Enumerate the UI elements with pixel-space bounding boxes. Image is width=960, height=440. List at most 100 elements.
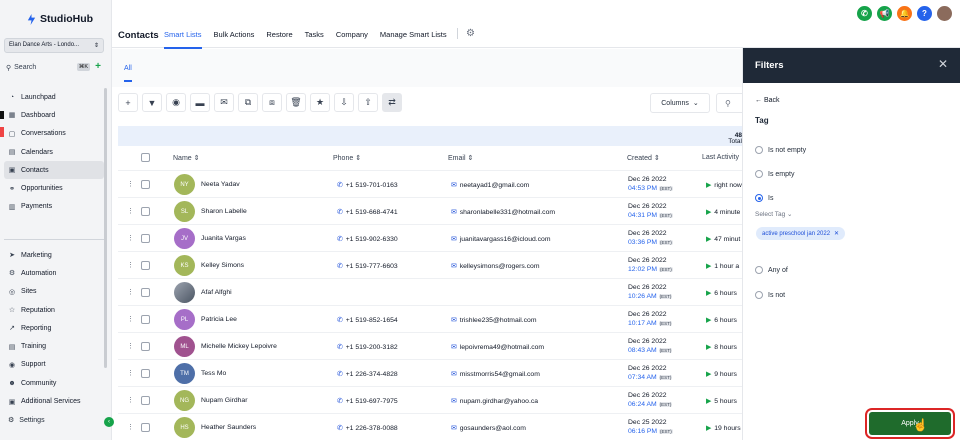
contact-name[interactable]: Sharon Labelle <box>201 208 247 215</box>
contact-email[interactable]: ✉ gosaunders@aol.com <box>451 424 526 432</box>
contact-phone[interactable]: ✆ +1 519-200-3182 <box>337 343 398 351</box>
sidebar-item-automation[interactable]: ⚙ Automation <box>4 264 104 282</box>
sidebar-item-contacts[interactable]: ▣ Contacts <box>4 161 104 180</box>
tab-tasks[interactable]: Tasks <box>305 30 324 49</box>
collapse-sidebar-button[interactable]: ‹ <box>104 417 114 427</box>
radio-button[interactable] <box>755 194 763 202</box>
phone-icon[interactable]: ✆ <box>857 6 872 21</box>
contact-phone[interactable]: ✆ +1 519-902-6330 <box>337 235 398 243</box>
table-row[interactable]: ⋮ PL Patricia Lee ✆ +1 519-852-1654 ✉ trishlee… <box>118 305 742 332</box>
row-checkbox[interactable] <box>141 369 150 378</box>
sidebar-item-payments[interactable]: ▥ Payments <box>4 198 104 216</box>
tag-add-icon[interactable]: ⧉ <box>238 93 258 112</box>
filter-option-any-of[interactable]: Any of <box>755 266 788 274</box>
contact-name[interactable]: Kelley Simons <box>201 262 244 269</box>
sidebar-item-additional-services[interactable]: ▣ Additional Services <box>4 392 104 410</box>
table-row[interactable]: ⋮ NY Neeta Yadav ✆ +1 519-701-0163 ✉ neetayad1… <box>118 170 742 197</box>
contact-email[interactable]: ✉ neetayad1@gmail.com <box>451 181 529 189</box>
row-checkbox[interactable] <box>141 207 150 216</box>
tab-company[interactable]: Company <box>336 30 368 49</box>
drag-handle-icon[interactable]: ⋮ <box>127 180 134 188</box>
row-checkbox[interactable] <box>141 315 150 324</box>
radio-button[interactable] <box>755 291 763 299</box>
sidebar-scrollbar[interactable] <box>104 88 107 368</box>
contact-name[interactable]: Nupam Girdhar <box>201 397 247 404</box>
contact-email[interactable]: ✉ lepoivrema49@hotmail.com <box>451 343 544 351</box>
contact-name[interactable]: Neeta Yadav <box>201 181 240 188</box>
select-all-checkbox[interactable] <box>141 153 150 162</box>
trash-icon[interactable]: 🗑 <box>286 93 306 112</box>
table-row[interactable]: ⋮ HS Heather Saunders ✆ +1 226-378-0088 ✉ gosa… <box>118 413 742 440</box>
row-checkbox[interactable] <box>141 288 150 297</box>
star-icon[interactable]: ★ <box>310 93 330 112</box>
col-name[interactable]: Name ⇕ <box>173 154 200 162</box>
columns-button[interactable]: Columns ⌄ <box>650 93 710 113</box>
table-row[interactable]: ⋮ SL Sharon Labelle ✆ +1 519-668-4741 ✉ sharon… <box>118 197 742 224</box>
contacts-search-icon[interactable]: ⚲ <box>716 93 744 113</box>
back-button[interactable]: ← Back <box>755 97 780 104</box>
drag-handle-icon[interactable]: ⋮ <box>127 207 134 215</box>
table-row[interactable]: ⋮ JV Juanita Vargas ✆ +1 519-902-6330 ✉ juanit… <box>118 224 742 251</box>
table-row[interactable]: ⋮ KS Kelley Simons ✆ +1 519-777-6603 ✉ kelleys… <box>118 251 742 278</box>
sidebar-item-reputation[interactable]: ☆ Reputation <box>4 301 104 319</box>
sidebar-item-training[interactable]: ▤ Training <box>4 337 104 355</box>
col-phone[interactable]: Phone ⇕ <box>333 154 361 162</box>
filter-option-is[interactable]: Is <box>755 194 773 202</box>
filter-option-is-empty[interactable]: Is empty <box>755 170 794 178</box>
radio-button[interactable] <box>755 170 763 178</box>
contact-phone[interactable]: ✆ +1 226-374-4828 <box>337 370 398 378</box>
row-checkbox[interactable] <box>141 180 150 189</box>
help-icon[interactable]: ? <box>917 6 932 21</box>
email-icon[interactable]: ✉ <box>214 93 234 112</box>
contact-phone[interactable]: ✆ +1 519-697-7975 <box>337 397 398 405</box>
drag-handle-icon[interactable]: ⋮ <box>127 369 134 377</box>
filter-icon[interactable]: ▼ <box>142 93 162 112</box>
sidebar-item-calendars[interactable]: ▤ Calendars <box>4 143 104 161</box>
radio-button[interactable] <box>755 146 763 154</box>
contact-phone[interactable]: ✆ +1 226-378-0088 <box>337 424 398 432</box>
message-icon[interactable]: ▬ <box>190 93 210 112</box>
contact-name[interactable]: Tess Mo <box>201 370 226 377</box>
sidebar-item-marketing[interactable]: ➤ Marketing <box>4 246 104 264</box>
sidebar-item-reporting[interactable]: ↗ Reporting <box>4 319 104 337</box>
table-row[interactable]: ⋮ Afaf Alfghi Dec 26 2022 10:26 AM (EST) ▶ 6 … <box>118 278 742 305</box>
radio-button[interactable] <box>755 266 763 274</box>
drag-handle-icon[interactable]: ⋮ <box>127 315 134 323</box>
select-tag-dropdown[interactable]: Select Tag ⌄ <box>755 210 793 218</box>
contact-email[interactable]: ✉ trishlee235@hotmail.com <box>451 316 537 324</box>
bell-icon[interactable]: 🔔 <box>897 6 912 21</box>
contact-email[interactable]: ✉ sharonlabelle331@hotmail.com <box>451 208 555 216</box>
table-row[interactable]: ⋮ NG Nupam Girdhar ✆ +1 519-697-7975 ✉ nupam.g… <box>118 386 742 413</box>
table-row[interactable]: ⋮ ML Michelle Mickey Lepoivre ✆ +1 519-200-3… <box>118 332 742 359</box>
sidebar-item-launchpad[interactable]: ◔ Launchpad <box>4 88 104 106</box>
drag-handle-icon[interactable]: ⋮ <box>127 396 134 404</box>
tab-all[interactable]: All <box>124 65 132 82</box>
contact-email[interactable]: ✉ misstmorris54@gmail.com <box>451 370 540 378</box>
col-email[interactable]: Email ⇕ <box>448 154 473 162</box>
contact-phone[interactable]: ✆ +1 519-668-4741 <box>337 208 398 216</box>
table-row[interactable]: ⋮ TM Tess Mo ✆ +1 226-374-4828 ✉ misstmorris54… <box>118 359 742 386</box>
drag-handle-icon[interactable]: ⋮ <box>127 342 134 350</box>
tab-bulk-actions[interactable]: Bulk Actions <box>214 30 255 49</box>
tab-settings-gear-icon[interactable]: ⚙ <box>457 28 475 39</box>
row-checkbox[interactable] <box>141 342 150 351</box>
contact-name[interactable]: Michelle Mickey Lepoivre <box>201 343 277 350</box>
drag-handle-icon[interactable]: ⋮ <box>127 288 134 296</box>
tab-manage-smart-lists[interactable]: Manage Smart Lists <box>380 30 447 49</box>
apply-button[interactable]: Apply <box>869 412 951 435</box>
tag-remove-icon[interactable]: ⧈ <box>262 93 282 112</box>
close-icon[interactable]: ✕ <box>834 230 839 237</box>
drag-handle-icon[interactable]: ⋮ <box>127 261 134 269</box>
contact-name[interactable]: Heather Saunders <box>201 424 256 431</box>
sidebar-item-sites[interactable]: ◎ Sites <box>4 283 104 301</box>
contact-email[interactable]: ✉ kelleysimons@rogers.com <box>451 262 540 270</box>
tab-restore[interactable]: Restore <box>266 30 292 49</box>
contact-name[interactable]: Afaf Alfghi <box>201 289 232 296</box>
avatar[interactable] <box>937 6 952 21</box>
col-created[interactable]: Created ⇕ <box>627 154 660 162</box>
add-contact-icon[interactable]: + <box>118 93 138 112</box>
row-checkbox[interactable] <box>141 234 150 243</box>
contact-email[interactable]: ✉ nupam.girdhar@yahoo.ca <box>451 397 538 405</box>
row-checkbox[interactable] <box>141 423 150 432</box>
sidebar-item-community[interactable]: ☻ Community <box>4 374 104 392</box>
